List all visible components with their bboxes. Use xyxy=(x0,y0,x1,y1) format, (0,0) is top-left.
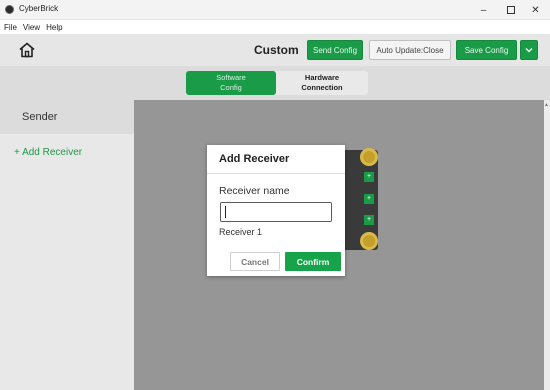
sidebar-item-sender[interactable]: Sender xyxy=(0,100,134,134)
tab-group: Software Config Hardware Connection xyxy=(186,71,368,95)
send-config-button[interactable]: Send Config xyxy=(307,40,363,60)
add-receiver-dialog: Add Receiver Receiver name Receiver 1 Ca… xyxy=(207,145,345,276)
maximize-icon xyxy=(506,6,515,14)
menu-bar: File View Help xyxy=(0,20,550,34)
menu-help[interactable]: Help xyxy=(46,23,62,32)
tab-software-config[interactable]: Software Config xyxy=(186,71,276,95)
cancel-button[interactable]: Cancel xyxy=(230,252,280,271)
window-title: CyberBrick xyxy=(19,4,59,13)
menu-view[interactable]: View xyxy=(23,23,40,32)
divider xyxy=(207,173,345,174)
minimize-button[interactable]: – xyxy=(470,0,497,20)
tabs-row: Software Config Hardware Connection xyxy=(0,66,550,100)
text-caret xyxy=(225,206,226,218)
board-port: + xyxy=(364,172,374,182)
add-receiver-link[interactable]: + Add Receiver xyxy=(14,147,82,158)
save-options-dropdown[interactable] xyxy=(520,40,538,60)
auto-update-button[interactable]: Auto Update:Close xyxy=(369,40,451,60)
board-port: + xyxy=(364,215,374,225)
chevron-down-icon xyxy=(525,48,533,53)
tab-hardware-connection[interactable]: Hardware Connection xyxy=(278,71,366,95)
menu-file[interactable]: File xyxy=(4,23,17,32)
mounting-hole xyxy=(360,148,378,166)
home-icon[interactable] xyxy=(18,41,36,59)
save-config-button[interactable]: Save Config xyxy=(456,40,517,60)
board-port: + xyxy=(364,194,374,204)
confirm-button[interactable]: Confirm xyxy=(285,252,341,271)
header-bar: Custom Send Config Auto Update:Close Sav… xyxy=(0,34,550,66)
close-button[interactable]: ✕ xyxy=(522,0,549,20)
app-logo-icon xyxy=(5,5,14,14)
page-title: Custom xyxy=(254,43,299,57)
receiver-name-input[interactable] xyxy=(220,202,332,222)
receiver-name-label: Receiver name xyxy=(219,185,290,197)
dialog-title: Add Receiver xyxy=(219,153,290,165)
scroll-up-icon[interactable]: ▲ xyxy=(544,102,549,108)
maximize-button[interactable] xyxy=(497,0,524,20)
mounting-hole xyxy=(360,232,378,250)
vertical-scrollbar[interactable]: ▲ xyxy=(544,100,550,390)
sidebar: Sender + Add Receiver xyxy=(0,100,134,390)
receiver-name-suggestion: Receiver 1 xyxy=(219,227,263,237)
title-bar: CyberBrick – ✕ xyxy=(0,0,550,20)
